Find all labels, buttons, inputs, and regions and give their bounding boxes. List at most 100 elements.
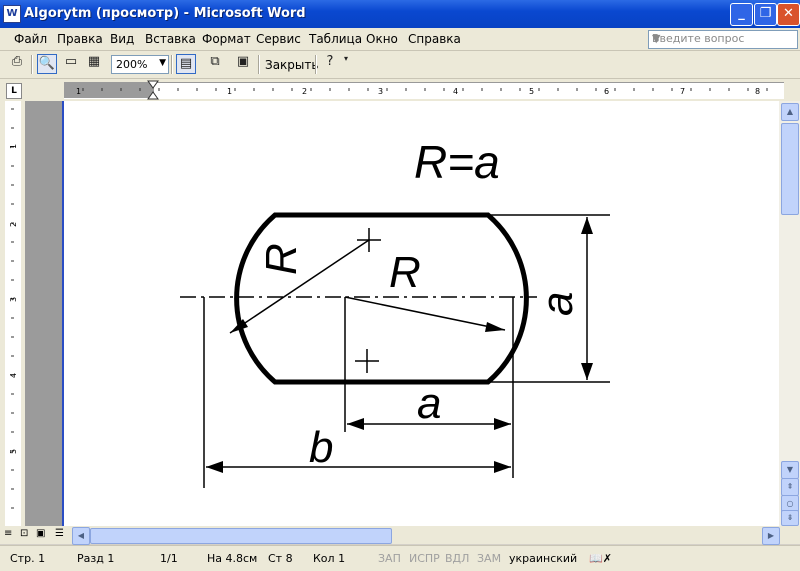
full-screen-button[interactable]: ▣: [233, 54, 253, 74]
spelling-status-icon[interactable]: 📖✗: [589, 552, 612, 565]
dimension-label-b: b: [309, 423, 333, 472]
title-bar: W Algorytm (просмотр) - Microsoft Word _…: [0, 0, 800, 28]
ruler-number: 6: [604, 87, 609, 96]
menu-edit[interactable]: Правка: [57, 32, 103, 46]
window-title: Algorytm (просмотр) - Microsoft Word: [24, 6, 306, 21]
magnifier-icon: 🔍: [38, 56, 56, 71]
menu-file[interactable]: Файл: [14, 32, 47, 46]
status-line: Ст 8: [268, 552, 293, 565]
zoom-value: 200%: [116, 58, 148, 71]
menu-insert[interactable]: Вставка: [145, 32, 196, 46]
status-language: украинский: [509, 552, 578, 565]
chevron-down-icon: ▾: [343, 54, 348, 63]
vertical-scrollbar[interactable]: ▲ ▼ ⇞ ○ ⇟: [779, 101, 800, 526]
status-overtype[interactable]: ЗАМ: [477, 552, 501, 565]
ruler-number: 3: [378, 87, 383, 96]
hanging-indent-marker[interactable]: [147, 91, 159, 100]
view-ruler-button[interactable]: ▤: [176, 54, 196, 74]
vruler-number: 3: [9, 297, 18, 302]
chevron-down-icon[interactable]: ▼: [652, 32, 795, 45]
radius-arrow-right: [485, 322, 505, 332]
zoom-select[interactable]: 200% ▼: [111, 55, 169, 74]
word-app-icon[interactable]: W: [3, 5, 21, 23]
document-page[interactable]: R=a R R a a b: [64, 101, 779, 526]
close-preview-button[interactable]: Закрыть: [265, 58, 318, 72]
menu-bar: Файл Правка Вид Вставка Формат Сервис Та…: [0, 28, 800, 51]
ask-question-box[interactable]: Введите вопрос ▼: [648, 30, 798, 49]
status-page: Стр. 1: [10, 552, 46, 565]
shrink-to-fit-icon: ⧉: [210, 54, 220, 69]
menu-window[interactable]: Окно: [366, 32, 398, 46]
help-pointer-icon: ?: [326, 54, 334, 69]
arrow-right-icon: ▶: [767, 531, 775, 540]
minimize-button[interactable]: _: [730, 3, 753, 26]
horizontal-ruler[interactable]: L 1 1 2 3 4 5 6 7 8: [0, 79, 800, 101]
toolbar-separator: [31, 55, 33, 74]
status-pages: 1/1: [160, 552, 178, 565]
vertical-ruler[interactable]: 1 2 3 4 5: [0, 101, 25, 526]
toolbar-separator: [315, 55, 317, 74]
next-page-button[interactable]: ⇟: [781, 510, 799, 526]
magnifier-button[interactable]: 🔍: [37, 54, 57, 74]
ruler-ticks: 1 1 2 3 4 5 6 7 8: [76, 80, 768, 100]
status-column: Кол 1: [313, 552, 346, 565]
context-help-button[interactable]: ?: [320, 54, 340, 74]
arrow-left-icon: ◀: [77, 531, 85, 540]
toolbar-separator: [171, 55, 173, 74]
horizontal-scroll-thumb[interactable]: [90, 528, 392, 544]
previous-page-button[interactable]: ⇞: [781, 478, 799, 496]
menu-tools[interactable]: Сервис: [256, 32, 301, 46]
close-icon: ✕: [783, 6, 794, 21]
arrow-up-icon: ▲: [786, 107, 794, 116]
scroll-right-button[interactable]: ▶: [762, 527, 780, 545]
vruler-ticks: 1 2 3 4 5: [9, 108, 18, 509]
scroll-down-button[interactable]: ▼: [781, 461, 799, 479]
toolbar-options-button[interactable]: ▾: [340, 54, 352, 74]
shrink-to-fit-button[interactable]: ⧉: [205, 54, 225, 74]
vruler-number: 2: [9, 222, 18, 227]
menu-table[interactable]: Таблица: [309, 32, 362, 46]
dimension-label-a-vertical: a: [533, 292, 582, 316]
technical-drawing: R=a R R a a b: [180, 136, 610, 488]
center-cross-lower: [355, 349, 379, 373]
normal-view-icon[interactable]: ≡: [4, 528, 12, 539]
maximize-icon: ❐: [759, 6, 772, 21]
print-layout-icon[interactable]: ▣: [36, 528, 45, 539]
ruler-number: 5: [529, 87, 534, 96]
status-track[interactable]: ИСПР: [409, 552, 440, 565]
web-layout-icon[interactable]: ⊡: [20, 528, 28, 539]
first-line-indent-marker[interactable]: [147, 80, 159, 89]
double-up-icon: ⇞: [786, 482, 794, 491]
one-page-button[interactable]: ▭: [61, 54, 81, 74]
maximize-button[interactable]: ❐: [754, 3, 777, 26]
ruler-number: 7: [680, 87, 685, 96]
dimension-label-a-horizontal: a: [417, 379, 441, 428]
ruler-icon: ▤: [179, 56, 193, 71]
menu-format[interactable]: Формат: [202, 32, 251, 46]
menu-view[interactable]: Вид: [110, 32, 134, 46]
scroll-left-button[interactable]: ◀: [72, 527, 90, 545]
ruler-number: 1: [76, 87, 81, 96]
minimize-icon: _: [738, 6, 745, 21]
close-window-button[interactable]: ✕: [777, 3, 800, 26]
outline-view-icon[interactable]: ☰: [55, 528, 64, 539]
scroll-up-button[interactable]: ▲: [781, 103, 799, 121]
ruler-number: 2: [302, 87, 307, 96]
radius-line-right: [344, 296, 506, 331]
radius-label-right: R: [389, 248, 421, 297]
multiple-pages-button[interactable]: ▦: [84, 54, 104, 74]
vruler-number: 5: [9, 449, 18, 454]
toolbar-separator: [258, 55, 260, 74]
vertical-scroll-thumb[interactable]: [781, 123, 799, 215]
circle-icon: ○: [786, 499, 794, 508]
horizontal-scrollbar[interactable]: ≡ ⊡ ▣ ☰ ◀ ▶: [0, 526, 800, 545]
ruler-number: 8: [755, 87, 760, 96]
shape-outline: [234, 212, 529, 385]
status-rec[interactable]: ЗАП: [378, 552, 401, 565]
print-button[interactable]: ⎙: [7, 54, 27, 74]
status-bar: Стр. 1 Разд 1 1/1 На 4.8см Ст 8 Кол 1 ЗА…: [0, 545, 800, 571]
status-position: На 4.8см: [207, 552, 258, 565]
ruler-number: 1: [227, 87, 232, 96]
status-extend[interactable]: ВДЛ: [445, 552, 469, 565]
menu-help[interactable]: Справка: [408, 32, 461, 46]
